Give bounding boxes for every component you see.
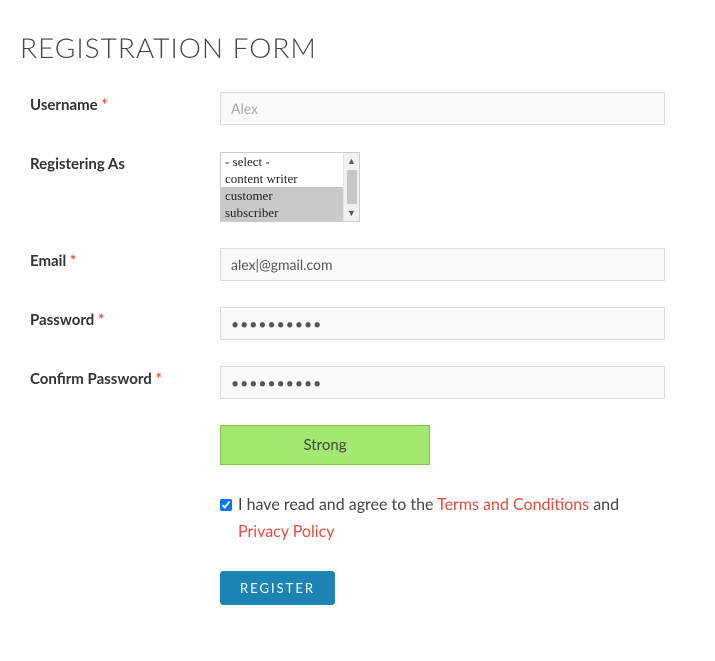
scroll-down-icon[interactable]: ▼ [344,205,359,221]
password-input[interactable] [220,307,665,340]
listbox-option[interactable]: - select - [221,153,343,170]
scroll-thumb[interactable] [347,170,357,204]
required-marker: * [70,252,76,270]
register-button[interactable]: REGISTER [220,571,335,605]
password-strength-indicator: Strong [220,425,430,465]
listbox-option[interactable]: customer [221,187,343,204]
username-input[interactable] [220,92,665,125]
confirm-password-input[interactable] [220,366,665,399]
terms-checkbox[interactable] [220,499,232,511]
required-marker: * [155,370,161,388]
username-label: Username * [20,92,220,114]
required-marker: * [98,311,104,329]
privacy-link[interactable]: Privacy Policy [238,522,335,541]
listbox-option[interactable]: content writer [221,170,343,187]
registering-as-listbox[interactable]: - select - content writer customer subsc… [220,152,360,222]
page-title: REGISTRATION FORM [20,30,695,64]
listbox-option[interactable]: subscriber [221,204,343,221]
listbox-scrollbar[interactable]: ▲ ▼ [343,153,359,221]
email-input[interactable] [220,248,665,281]
password-label: Password * [20,307,220,329]
email-label: Email * [20,248,220,270]
scroll-up-icon[interactable]: ▲ [344,153,359,169]
registering-as-label: Registering As [20,151,220,173]
terms-text: I have read and agree to the Terms and C… [238,491,665,545]
confirm-password-label: Confirm Password * [20,366,220,388]
terms-link[interactable]: Terms and Conditions [437,495,589,514]
required-marker: * [101,96,107,114]
